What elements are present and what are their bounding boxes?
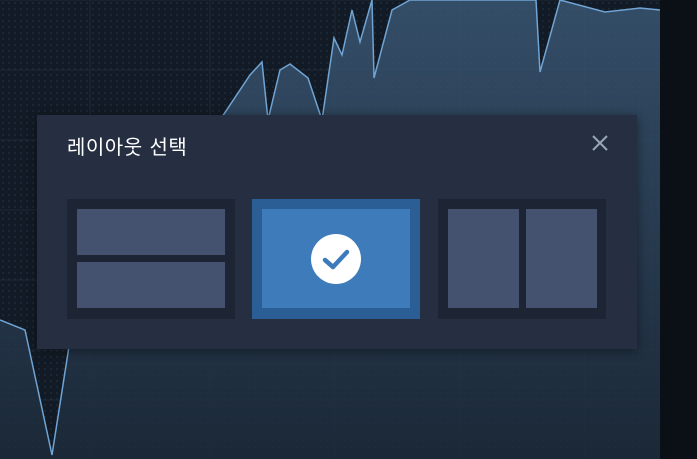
dialog-title: 레이아웃 선택	[67, 135, 188, 159]
check-icon	[322, 249, 350, 270]
layout-pane-top	[77, 209, 225, 255]
selected-badge	[311, 234, 361, 284]
close-button[interactable]	[589, 132, 611, 154]
layout-select-dialog: 레이아웃 선택	[37, 115, 637, 349]
layout-option-single[interactable]	[252, 199, 420, 319]
layout-option-horizontal-split[interactable]	[67, 199, 235, 319]
app-stage: 레이아웃 선택	[0, 0, 697, 459]
close-icon	[592, 135, 608, 151]
layout-option-vertical-split[interactable]	[438, 199, 606, 319]
layout-pane-bottom	[77, 262, 225, 308]
layout-pane-left	[448, 209, 519, 308]
layout-pane-right	[526, 209, 597, 308]
